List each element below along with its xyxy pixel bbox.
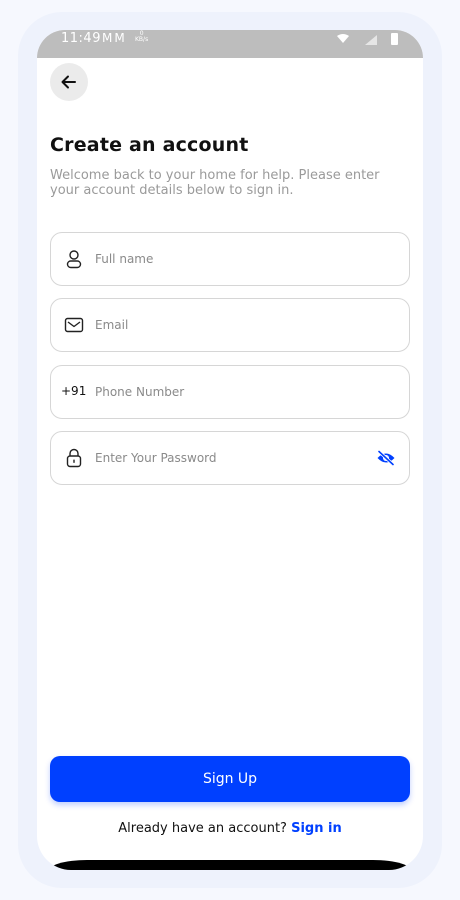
password-field[interactable] — [50, 431, 410, 485]
wifi-icon — [337, 34, 349, 43]
password-input[interactable] — [95, 432, 355, 484]
arrow-left-icon — [61, 75, 76, 89]
full-name-field[interactable] — [50, 232, 410, 286]
sign-in-link[interactable]: Sign in — [291, 821, 342, 836]
net-speed-unit: KB/s — [135, 36, 149, 43]
email-field[interactable] — [50, 298, 410, 352]
net-speed: 0 KB/s — [135, 31, 148, 43]
eye-off-icon[interactable] — [375, 448, 397, 468]
status-time: 11:49 — [61, 31, 101, 46]
country-code[interactable]: +91 — [61, 384, 86, 398]
page-subtitle: Welcome back to your home for help. Plea… — [50, 168, 380, 198]
phone-field[interactable]: +91 — [50, 365, 410, 419]
sign-up-button[interactable]: Sign Up — [50, 756, 410, 802]
phone-screen: 11:49 MM 0 KB/s Create an account Welcom… — [37, 30, 423, 870]
phone-input[interactable] — [95, 366, 365, 418]
lock-icon — [63, 447, 85, 469]
back-button[interactable] — [50, 63, 88, 101]
status-icons — [337, 33, 398, 45]
battery-icon — [391, 33, 398, 45]
user-icon — [63, 248, 85, 270]
signin-prompt: Already have an account? Sign in — [37, 821, 423, 836]
full-name-input[interactable] — [95, 233, 365, 285]
status-bar: 11:49 MM 0 KB/s — [37, 30, 423, 58]
page-title: Create an account — [50, 134, 249, 156]
email-input[interactable] — [95, 299, 365, 351]
signin-prompt-text: Already have an account? — [118, 821, 287, 836]
bottom-bar — [47, 860, 413, 870]
signal-icon — [365, 35, 377, 45]
mail-notification-icons: MM — [102, 31, 127, 45]
mail-icon — [63, 314, 85, 336]
